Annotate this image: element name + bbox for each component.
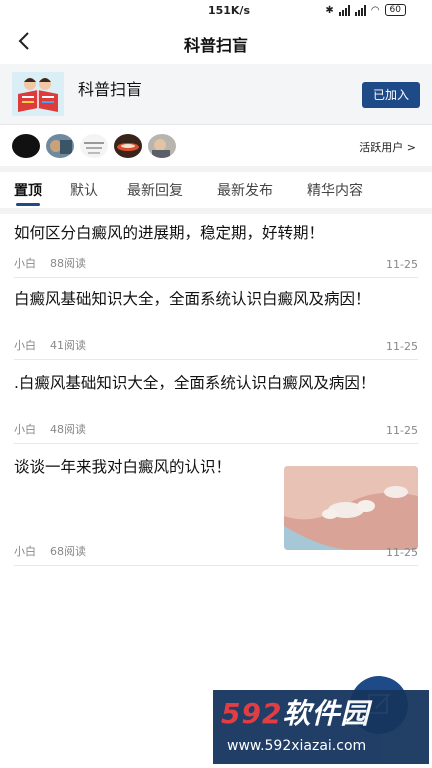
avatar-image — [46, 134, 74, 158]
skin-photo-image — [284, 466, 418, 550]
watermark-brand-text: 软件园 — [282, 697, 370, 730]
active-tab-indicator — [16, 203, 40, 206]
joined-button[interactable]: 已加入 — [362, 82, 420, 108]
post-author: 小白 — [14, 257, 36, 270]
user-avatar[interactable] — [12, 134, 40, 158]
post-date: 11-25 — [386, 258, 418, 271]
bluetooth-icon: ✱ — [325, 4, 334, 16]
user-avatar[interactable] — [148, 134, 176, 158]
wifi-icon: ◠ — [370, 4, 380, 16]
post-title: 白癜风基础知识大全，全面系统认识白癜风及病因！ — [14, 290, 371, 308]
watermark-brand-num: 592 — [221, 697, 283, 730]
group-header: 科普扫盲 已加入 — [0, 64, 432, 124]
reading-kids-icon — [12, 72, 64, 116]
post-reads: 88阅读 — [50, 257, 86, 270]
tab-pinned[interactable]: 置顶 — [14, 180, 42, 200]
post-date: 11-25 — [386, 340, 418, 353]
user-avatar[interactable] — [114, 134, 142, 158]
user-avatar[interactable] — [80, 134, 108, 158]
active-users-row[interactable]: 活跃用户 > — [0, 128, 432, 166]
tab-featured[interactable]: 精华内容 — [307, 180, 363, 200]
nav-bar: 科普扫盲 — [0, 22, 432, 62]
tab-bar: 置顶 默认 最新回复 最新发布 精华内容 — [0, 172, 432, 208]
tab-latest-post[interactable]: 最新发布 — [217, 180, 273, 200]
battery-icon: 60 — [384, 4, 406, 16]
avatar-image — [114, 134, 142, 158]
post-author: 小白 — [14, 545, 36, 558]
divider — [0, 124, 432, 125]
post-item[interactable]: 如何区分白癜风的进展期，稳定期，好转期！ 小白 88阅读 11-25 — [14, 222, 418, 278]
post-reads: 41阅读 — [50, 339, 86, 352]
post-item[interactable]: 白癜风基础知识大全，全面系统认识白癜风及病因！ 小白 41阅读 11-25 — [14, 288, 418, 360]
tab-latest-reply[interactable]: 最新回复 — [127, 180, 183, 200]
post-date: 11-25 — [386, 424, 418, 437]
post-thumbnail — [284, 466, 418, 550]
post-meta: 小白 88阅读 — [14, 255, 86, 271]
status-bar: 151K/s ✱ ◠ 60 — [0, 0, 432, 22]
page-title: 科普扫盲 — [183, 36, 248, 55]
post-meta: 小白 68阅读 — [14, 543, 86, 559]
post-item[interactable]: .白癜风基础知识大全，全面系统认识白癜风及病因！ 小白 48阅读 11-25 — [14, 372, 418, 444]
post-title: 如何区分白癜风的进展期，稳定期，好转期！ — [14, 224, 325, 242]
group-avatar — [12, 72, 64, 116]
post-reads: 68阅读 — [50, 545, 86, 558]
post-reads: 48阅读 — [50, 423, 86, 436]
watermark-url: www.592xiazai.com — [227, 738, 367, 754]
post-title: .白癜风基础知识大全，全面系统认识白癜风及病因！ — [14, 374, 376, 392]
post-author: 小白 — [14, 423, 36, 436]
avatar-image — [148, 134, 176, 158]
network-speed: 151K/s — [207, 4, 250, 17]
post-meta: 小白 41阅读 — [14, 337, 86, 353]
tab-default[interactable]: 默认 — [70, 180, 98, 200]
signal-icon-2 — [354, 4, 366, 16]
user-avatar[interactable] — [46, 134, 74, 158]
status-icons: ✱ ◠ 60 — [325, 4, 406, 16]
section-separator — [0, 208, 432, 214]
post-date: 11-25 — [386, 546, 418, 559]
group-name: 科普扫盲 — [78, 80, 143, 99]
post-title: 谈谈一年来我对白癜风的认识！ — [14, 458, 232, 476]
post-meta: 小白 48阅读 — [14, 421, 86, 437]
watermark: 592软件园 www.592xiazai.com — [213, 690, 429, 764]
active-users-link[interactable]: 活跃用户 > — [359, 139, 416, 155]
watermark-brand: 592软件园 — [221, 692, 369, 732]
signal-icon — [338, 4, 350, 16]
avatar-image — [80, 134, 108, 158]
post-author: 小白 — [14, 339, 36, 352]
post-item[interactable]: 谈谈一年来我对白癜风的认识！ 小白 68阅读 11-25 — [14, 456, 418, 566]
